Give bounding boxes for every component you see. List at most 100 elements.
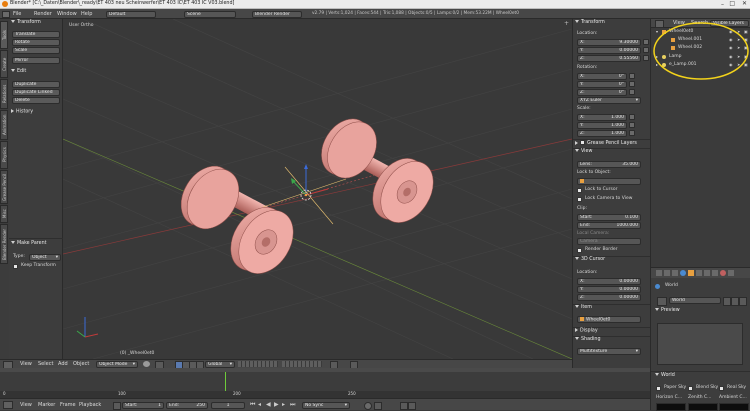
scale-y-field[interactable]: Y: 1.000	[577, 122, 627, 129]
location-x-field[interactable]: X: 9.30000	[577, 39, 641, 46]
lock-icon[interactable]	[643, 39, 649, 45]
lens-field[interactable]: Lens: 35.000	[577, 161, 641, 168]
tab-create[interactable]: Create	[0, 50, 8, 78]
prev-key-icon[interactable]: ◂	[258, 401, 261, 408]
lock-icon[interactable]	[643, 47, 649, 53]
tab-misc[interactable]: Misc	[0, 205, 8, 223]
3d-viewport[interactable]: User Ortho (0) _Wheel0et0 +	[63, 19, 572, 359]
world-browse-icon[interactable]	[657, 297, 667, 306]
shading-mode-select[interactable]: Multitexture ▾	[577, 348, 641, 355]
lock-to-cursor-checkbox[interactable]	[577, 188, 582, 193]
layer-buttons[interactable]	[238, 361, 278, 367]
render-engine-selector[interactable]: Blender Render	[252, 11, 302, 18]
shading-icon[interactable]	[143, 361, 150, 367]
maximize-button[interactable]: □	[729, 0, 735, 7]
display-panel-header[interactable]: Display	[575, 328, 598, 335]
history-panel-header[interactable]: History	[11, 109, 33, 116]
tab-animation[interactable]: Animation	[0, 110, 8, 140]
scale-z-field[interactable]: Z: 1.000	[577, 130, 627, 137]
info-editor-icon[interactable]	[2, 11, 10, 18]
edit-panel-header[interactable]: Edit	[11, 69, 26, 75]
3d-cursor-header[interactable]: 3D Cursor	[575, 257, 605, 263]
next-key-icon[interactable]: ▸	[282, 401, 285, 408]
tab-relations[interactable]: Relations	[0, 79, 8, 109]
minimize-button[interactable]: –	[721, 1, 724, 8]
keying-set-icon[interactable]	[374, 402, 382, 410]
timeline-menu-playback[interactable]: Playback	[79, 401, 101, 409]
menu-file[interactable]: File	[13, 10, 21, 18]
scene-selector[interactable]: Scene	[184, 11, 236, 18]
play-icon[interactable]: ▶	[274, 401, 279, 408]
insert-key-icon[interactable]	[400, 402, 408, 410]
jump-end-icon[interactable]: ⏭	[290, 401, 295, 409]
paper-sky-checkbox[interactable]	[656, 386, 661, 391]
rotation-mode-select[interactable]: XYZ Euler ▾	[577, 97, 641, 104]
view-panel-header[interactable]: View	[575, 149, 592, 155]
tab-physics[interactable]: Physics	[0, 141, 8, 169]
layer-buttons-2[interactable]	[282, 361, 322, 367]
keep-transform-checkbox[interactable]	[13, 264, 18, 269]
tab-grease-pencil[interactable]: Grease Pencil	[0, 170, 8, 204]
layers-tab-icon[interactable]	[664, 270, 670, 276]
material-tab-icon[interactable]	[720, 270, 726, 276]
object-tab-icon[interactable]	[688, 270, 694, 276]
local-camera-field[interactable]: Camera	[577, 238, 641, 245]
location-y-field[interactable]: Y: 0.00000	[577, 47, 641, 54]
timeline-track[interactable]: 0 100 200 250	[0, 372, 650, 398]
data-tab-icon[interactable]	[712, 270, 718, 276]
clip-end-field[interactable]: End: 1000.000	[577, 222, 641, 229]
clip-start-field[interactable]: Start: 0.100	[577, 214, 641, 221]
transform-panel-header[interactable]: Transform	[11, 20, 41, 26]
constraints-tab-icon[interactable]	[696, 270, 702, 276]
lock-icon[interactable]	[629, 81, 635, 87]
record-icon[interactable]	[364, 402, 372, 410]
lock-camera-checkbox[interactable]	[577, 197, 582, 202]
duplicate-button[interactable]: Duplicate	[12, 81, 60, 88]
scale-x-field[interactable]: X: 1.000	[577, 114, 627, 121]
close-button[interactable]: ✕	[742, 0, 747, 7]
menu-select[interactable]: Select	[38, 360, 53, 368]
rotate-button[interactable]: Rotate	[12, 39, 60, 46]
cursor-x-field[interactable]: X: 0.00000	[577, 278, 641, 285]
sync-mode-selector[interactable]: No Sync ▾	[302, 402, 350, 409]
cursor-y-field[interactable]: Y: 0.00000	[577, 286, 641, 293]
modifiers-tab-icon[interactable]	[704, 270, 710, 276]
render-tab-icon[interactable]	[656, 270, 662, 276]
rotation-x-field[interactable]: X: 0°	[577, 73, 627, 80]
lock-icon[interactable]	[629, 89, 635, 95]
tab-tools[interactable]: Tools	[0, 21, 8, 49]
translate-button[interactable]: Translate	[12, 31, 60, 38]
grease-pencil-header[interactable]: Grease Pencil Layers	[575, 140, 637, 147]
start-frame-field[interactable]: Start: 1	[122, 402, 164, 409]
texture-tab-icon[interactable]	[728, 270, 734, 276]
world-name-field[interactable]: World	[669, 297, 721, 304]
grease-pencil-checkbox[interactable]	[580, 140, 585, 145]
shading-panel-header[interactable]: Shading	[575, 337, 601, 343]
world-panel-header[interactable]: World	[655, 373, 675, 379]
real-sky-checkbox[interactable]	[719, 386, 724, 391]
item-panel-header[interactable]: Item	[575, 305, 592, 311]
preview-panel-header[interactable]: Preview	[655, 308, 680, 314]
lock-icon[interactable]	[643, 55, 649, 61]
viewport-scene[interactable]	[63, 19, 572, 359]
end-frame-field[interactable]: End: 250	[166, 402, 208, 409]
timeline-menu-frame[interactable]: Frame	[60, 401, 76, 409]
cursor-z-field[interactable]: Z: 0.00000	[577, 294, 641, 301]
scale-button[interactable]: Scale	[12, 47, 60, 54]
location-z-field[interactable]: Z: 0.55560	[577, 55, 641, 62]
preview-range-icon[interactable]	[113, 402, 121, 410]
menu-help[interactable]: Help	[81, 10, 92, 18]
play-reverse-icon[interactable]: ◀	[266, 401, 271, 408]
blend-sky-checkbox[interactable]	[688, 386, 693, 391]
world-tab-icon[interactable]	[680, 270, 686, 276]
render-border-checkbox[interactable]	[577, 248, 582, 253]
lock-icon[interactable]	[629, 73, 635, 79]
fake-user-icon[interactable]	[723, 297, 731, 306]
unlink-world-icon[interactable]	[739, 297, 747, 306]
layout-selector[interactable]: Default	[106, 11, 156, 18]
parent-type-select[interactable]: Object ▾	[29, 254, 61, 261]
rotation-z-field[interactable]: Z: 0°	[577, 89, 627, 96]
timeline-menu-view[interactable]: View	[20, 401, 32, 409]
menu-add[interactable]: Add	[58, 360, 68, 368]
menu-window[interactable]: Window	[57, 10, 77, 18]
